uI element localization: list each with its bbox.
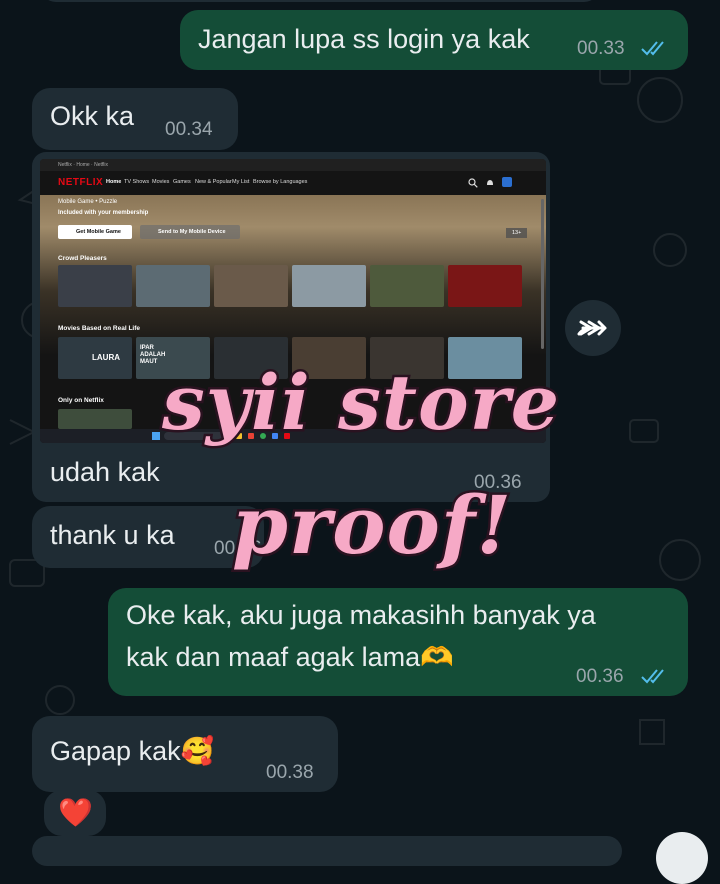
button-label: Send to My Mobile Device bbox=[158, 229, 226, 235]
nav-languages: Browse by Languages bbox=[253, 179, 308, 185]
message-time: 00.34 bbox=[165, 119, 213, 140]
hero-genre: Mobile Game • Puzzle bbox=[58, 199, 118, 205]
nav-games: Games bbox=[173, 179, 191, 185]
nav-tv-shows: TV Shows bbox=[124, 179, 150, 185]
scroll-down-button[interactable] bbox=[656, 832, 708, 884]
button-label: Get Mobile Game bbox=[76, 229, 121, 235]
profile-avatar bbox=[502, 177, 512, 187]
message-text: Okk ka bbox=[50, 101, 135, 131]
message-bubble-outgoing[interactable]: Oke kak, aku juga makasihh banyak ya kak… bbox=[108, 588, 688, 696]
nav-my-list: My List bbox=[232, 179, 250, 185]
send-to-mobile-button: Send to My Mobile Device bbox=[140, 225, 240, 239]
title-tile bbox=[58, 265, 132, 307]
message-text: Gapap kak🥰 bbox=[50, 736, 215, 766]
watermark-text-line1: syii store bbox=[159, 356, 561, 450]
title-tile bbox=[448, 265, 522, 307]
nav-home: Home bbox=[106, 179, 122, 185]
message-text-line: kak dan maaf agak lama🫶 bbox=[126, 642, 454, 672]
windows-start-icon bbox=[152, 432, 160, 440]
hero-membership: Included with your membership bbox=[58, 210, 149, 216]
netflix-logo: NETFLIX bbox=[58, 177, 104, 188]
title-tile bbox=[292, 265, 366, 307]
message-bubble-outgoing[interactable]: Jangan lupa ss login ya kak 00.33 bbox=[180, 10, 688, 70]
message-text: Jangan lupa ss login ya kak bbox=[198, 24, 530, 54]
message-bubble-incoming[interactable]: Gapap kak🥰 00.38 bbox=[32, 716, 338, 792]
nav-new-popular: New & Popular bbox=[195, 179, 232, 185]
read-receipt-icon bbox=[641, 669, 664, 684]
title-tile bbox=[370, 265, 444, 307]
nav-movies: Movies bbox=[152, 179, 170, 185]
message-time: 00.33 bbox=[577, 38, 625, 59]
message-bubble-incoming[interactable]: ❤️ bbox=[44, 790, 106, 836]
message-time: 00.36 bbox=[576, 666, 624, 687]
get-mobile-game-button: Get Mobile Game bbox=[58, 225, 132, 239]
tile-title: LAURA bbox=[92, 353, 120, 362]
message-bubble-incoming[interactable]: thank u ka 00.36 bbox=[32, 506, 264, 568]
forward-button[interactable] bbox=[565, 300, 621, 356]
title-tile bbox=[214, 265, 288, 307]
row-title: Movies Based on Real Life bbox=[58, 325, 140, 332]
title-tile bbox=[136, 265, 210, 307]
row-title: Crowd Pleasers bbox=[58, 255, 107, 262]
search-icon bbox=[468, 178, 478, 188]
title-tile: LAURA bbox=[58, 337, 132, 379]
message-bubble-incoming[interactable]: Okk ka 00.34 bbox=[32, 88, 238, 150]
image-caption: udah kak bbox=[50, 457, 160, 487]
window-title: Netflix · Home · Netflix bbox=[58, 162, 109, 168]
bell-icon bbox=[487, 180, 493, 185]
window-titlebar: Netflix · Home · Netflix bbox=[40, 159, 546, 171]
message-time: 00.38 bbox=[266, 762, 314, 783]
next-message-bubble bbox=[32, 836, 622, 866]
rating-badge: 13+ bbox=[506, 228, 528, 238]
watermark-text-line2: proof! bbox=[229, 476, 513, 575]
message-text: thank u ka bbox=[50, 520, 175, 550]
previous-message-bubble bbox=[40, 0, 600, 2]
title-tile bbox=[58, 409, 132, 429]
message-text-line: Oke kak, aku juga makasihh banyak ya bbox=[126, 600, 596, 630]
scrollbar bbox=[541, 199, 544, 349]
heart-emoji: ❤️ bbox=[58, 797, 93, 828]
netflix-nav: NETFLIX Home TV Shows Movies Games New &… bbox=[40, 171, 546, 195]
forward-icon bbox=[577, 320, 607, 336]
row-title: Only on Netflix bbox=[58, 397, 104, 404]
read-receipt-icon bbox=[641, 41, 664, 56]
